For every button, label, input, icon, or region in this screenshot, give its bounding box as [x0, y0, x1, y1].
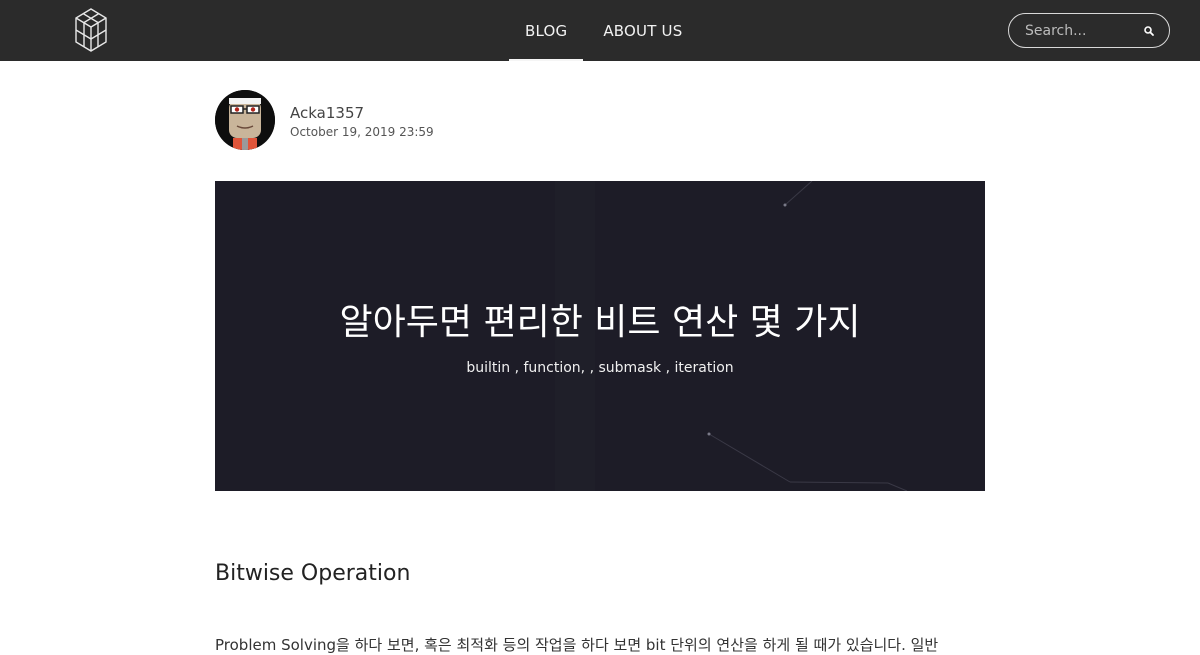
article-paragraph: Problem Solving을 하다 보면, 혹은 최적화 등의 작업을 하다…: [215, 636, 939, 654]
search-icon[interactable]: [1141, 23, 1157, 39]
post-hero-banner: 알아두면 편리한 비트 연산 몇 가지 builtin , function, …: [215, 181, 985, 491]
nav-item-about-us[interactable]: ABOUT US: [587, 0, 698, 61]
site-logo-icon[interactable]: [74, 7, 108, 53]
search-input[interactable]: [1023, 14, 1139, 47]
post-tags[interactable]: builtin , function, , submask , iteratio…: [215, 360, 985, 376]
post-date: October 19, 2019 23:59: [290, 125, 434, 139]
post-title: 알아두면 편리한 비트 연산 몇 가지: [339, 302, 861, 343]
top-navigation-bar: BLOG ABOUT US: [0, 0, 1200, 61]
section-heading: Bitwise Operation: [215, 561, 411, 586]
author-name[interactable]: Acka1357: [290, 104, 364, 122]
nav-item-blog[interactable]: BLOG: [509, 0, 584, 61]
main-nav: BLOG ABOUT US: [509, 0, 698, 61]
avatar[interactable]: [215, 90, 275, 150]
search-box: [1008, 13, 1170, 48]
